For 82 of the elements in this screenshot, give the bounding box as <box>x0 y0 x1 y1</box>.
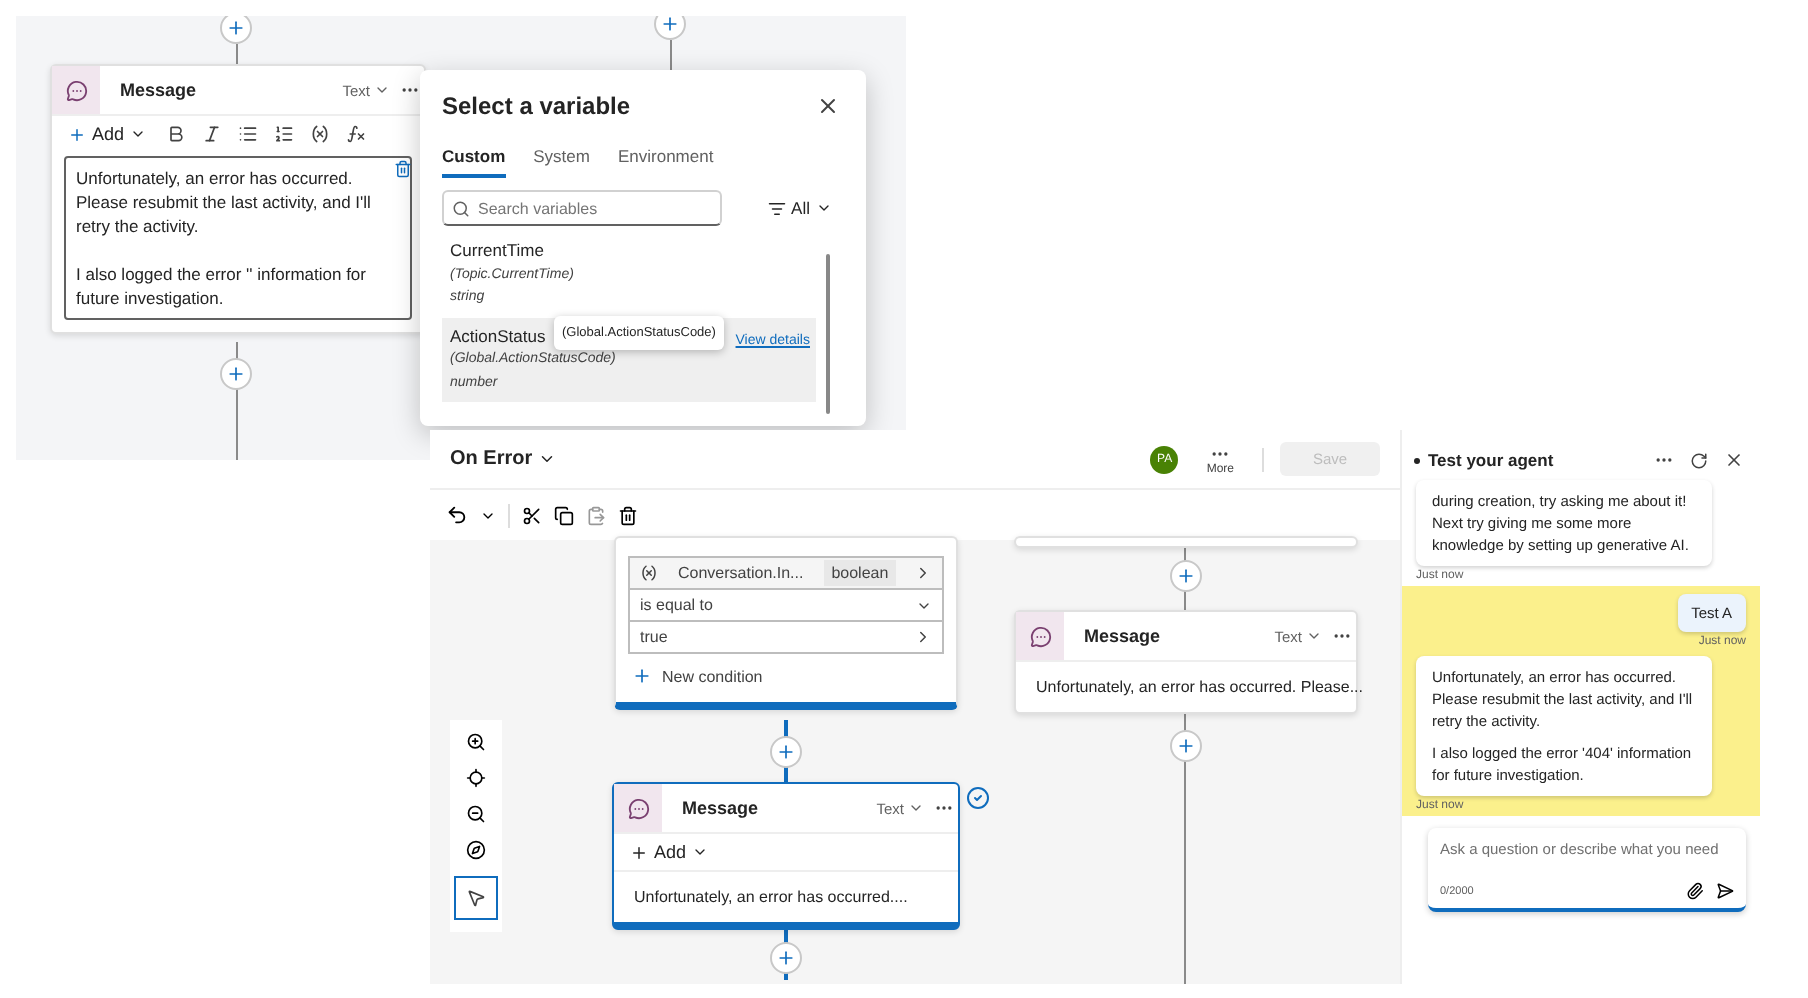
add-step-button[interactable] <box>1170 730 1202 762</box>
node-title: Message <box>1084 626 1161 646</box>
variable-name: ActionStatus <box>450 325 546 348</box>
close-icon[interactable] <box>1724 450 1744 470</box>
add-step-button[interactable] <box>654 16 686 40</box>
variable-type-tag: boolean <box>823 560 897 586</box>
close-icon[interactable] <box>816 94 840 118</box>
filter-icon <box>767 199 786 217</box>
search-icon <box>452 200 470 218</box>
add-step-button[interactable] <box>770 736 802 768</box>
zoom-out-icon[interactable] <box>466 804 486 824</box>
operator-dropdown[interactable]: is equal to <box>628 588 944 622</box>
caret-icon <box>1306 628 1322 644</box>
paperclip-icon[interactable] <box>1686 882 1704 900</box>
add-step-button[interactable] <box>220 358 252 390</box>
italic-icon[interactable] <box>202 124 223 144</box>
filter-dropdown[interactable]: All <box>755 196 844 220</box>
variable-icon <box>640 564 658 582</box>
panel-title: Test your agent <box>1428 450 1554 470</box>
undo-icon[interactable] <box>446 504 468 526</box>
variable-tab[interactable]: System <box>533 146 590 178</box>
plus-icon <box>1176 566 1196 586</box>
chevron-right-icon <box>914 564 932 582</box>
add-step-button[interactable] <box>220 16 252 44</box>
plus-icon <box>776 948 796 968</box>
check-circle-icon <box>966 786 990 810</box>
plus-icon <box>68 125 86 143</box>
delete-icon[interactable] <box>618 505 638 525</box>
operator-text: is equal to <box>640 596 713 614</box>
add-button[interactable]: Add <box>60 120 155 148</box>
variable-name: CurrentTime <box>450 240 544 263</box>
paste-icon[interactable] <box>586 505 606 525</box>
plus-icon <box>1176 736 1196 756</box>
pointer-button[interactable] <box>454 876 498 920</box>
message-preview: Unfortunately, an error has occurred.... <box>614 870 958 922</box>
caret-icon <box>908 800 924 816</box>
refresh-icon[interactable] <box>1690 451 1708 469</box>
add-button[interactable]: Add <box>622 838 717 866</box>
compass-icon[interactable] <box>466 840 486 860</box>
caret-icon <box>538 450 557 468</box>
node-title: Message <box>682 798 759 818</box>
send-icon[interactable] <box>1716 882 1734 900</box>
value-field[interactable]: true <box>628 620 944 654</box>
variable-tab[interactable]: Environment <box>617 146 714 178</box>
zoom-in-icon[interactable] <box>466 732 486 752</box>
condition-variable-field[interactable]: Conversation.In... boolean <box>628 556 944 590</box>
variable-icon[interactable] <box>310 124 331 144</box>
value-text: true <box>640 628 668 646</box>
cut-icon[interactable] <box>522 505 542 525</box>
caret-icon <box>374 82 390 98</box>
add-step-button[interactable] <box>770 942 802 974</box>
search-field[interactable]: Search variables <box>442 190 722 226</box>
speech-bubble-icon <box>627 797 649 819</box>
variable-name: Conversation.In... <box>676 562 806 586</box>
bullet-list-icon[interactable] <box>238 124 259 144</box>
crosshair-icon[interactable] <box>466 768 486 788</box>
dot-icon <box>1414 457 1420 463</box>
delete-icon[interactable] <box>394 160 412 178</box>
caret-icon <box>816 200 832 216</box>
node-title: Message <box>120 80 197 100</box>
new-condition-button[interactable]: New condition <box>632 666 763 686</box>
caret-icon <box>130 126 147 142</box>
numbered-list-icon[interactable] <box>274 124 295 144</box>
message-text-field[interactable]: Unfortunately, an error has occurred. Please resubmit the last activity, and I'll retry the activity. I also logged the error '' information for future investigation. <box>64 156 412 320</box>
plus-icon <box>776 742 796 762</box>
plus-icon <box>226 18 246 38</box>
dialog-title: Select a variable <box>442 92 631 120</box>
chevron-right-icon <box>914 628 932 646</box>
variable-tab[interactable]: Custom <box>442 146 506 178</box>
speech-bubble-icon <box>1029 625 1051 647</box>
caret-icon <box>692 844 709 860</box>
add-step-button[interactable] <box>1170 560 1202 592</box>
copy-icon[interactable] <box>554 505 574 525</box>
plus-icon <box>660 16 680 34</box>
pointer-icon <box>466 888 486 908</box>
bold-icon[interactable] <box>166 124 187 144</box>
plus-icon <box>632 666 652 686</box>
plus-icon <box>630 843 648 861</box>
plus-icon <box>226 364 246 384</box>
speech-bubble-icon <box>65 79 87 101</box>
topic-title-dropdown[interactable]: On Error <box>450 448 557 470</box>
function-icon[interactable] <box>346 124 367 144</box>
